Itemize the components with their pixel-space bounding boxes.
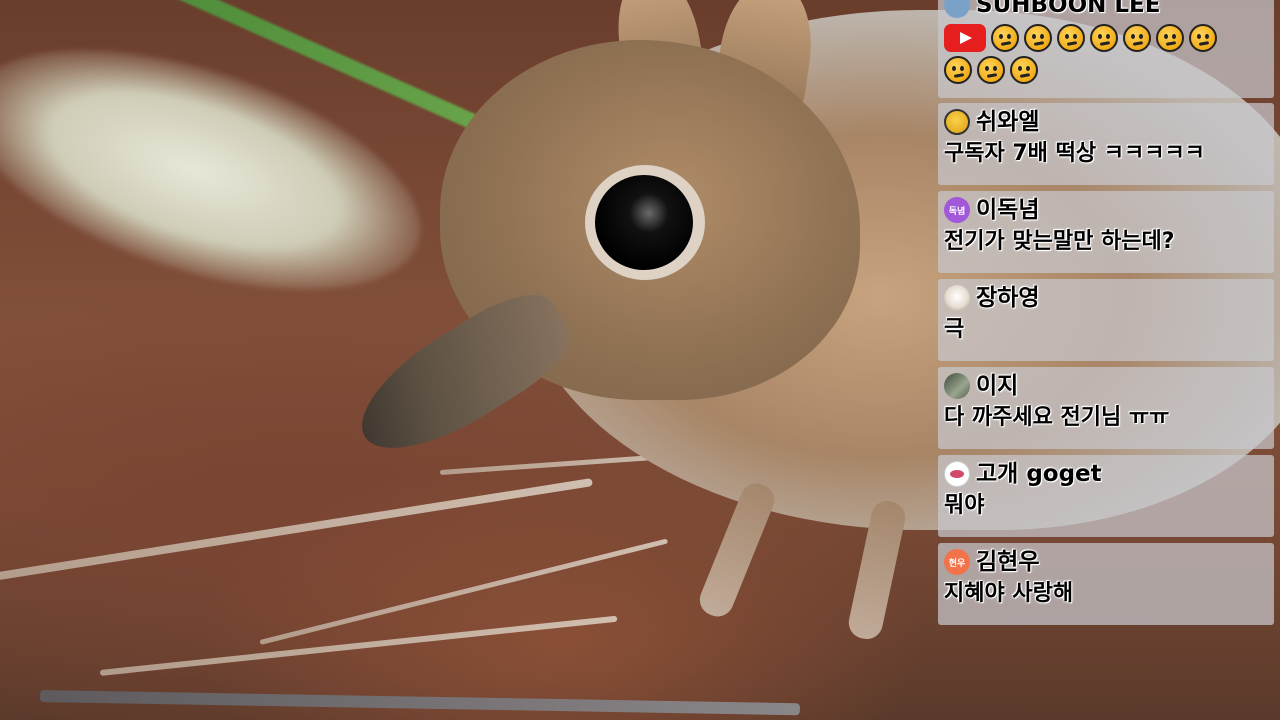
chat-message-text: 다 까주세요 전기님 ㅠㅠ (944, 405, 1170, 430)
worried-face-emoji-icon (944, 56, 972, 84)
worried-face-emoji-icon (1123, 24, 1151, 52)
user-avatar (944, 373, 970, 399)
user-avatar (944, 0, 970, 18)
worried-face-emoji-icon (991, 24, 1019, 52)
live-chat-overlay: SUHBOON LEE 쉬와엘 구독자 7배 떡상 ㅋㅋㅋㅋㅋ 독념 이독념 전… (938, 0, 1276, 626)
chat-message: 독념 이독념 전기가 맞는말만 하는데? (938, 191, 1274, 273)
chat-username: 장하영 (976, 285, 1040, 311)
chat-message-header: 독념 이독념 (944, 195, 1268, 225)
user-avatar: 현우 (944, 549, 970, 575)
elephant-shrew-eye (595, 175, 693, 270)
lips-avatar-icon (944, 461, 970, 487)
chat-username: 쉬와엘 (976, 109, 1040, 135)
worried-face-emoji-icon (1090, 24, 1118, 52)
chat-username: 이독념 (976, 197, 1040, 223)
worried-face-emoji-icon (1057, 24, 1085, 52)
chat-message-header: 고개 goget (944, 459, 1268, 489)
emoji-row (944, 56, 1268, 84)
worried-face-emoji-icon (1024, 24, 1052, 52)
chat-message: 현우 김현우 지혜야 사랑해 (938, 543, 1274, 625)
chat-message-text: 구독자 7배 떡상 ㅋㅋㅋㅋㅋ (944, 141, 1205, 166)
chat-message-header: SUHBOON LEE (944, 0, 1268, 20)
chat-username: 이지 (976, 373, 1019, 399)
worried-face-emoji-icon (1189, 24, 1217, 52)
chat-message: SUHBOON LEE (938, 0, 1274, 98)
chat-message: 고개 goget 뭐야 (938, 455, 1274, 537)
chat-username: 김현우 (976, 549, 1040, 575)
chat-username: SUHBOON LEE (976, 0, 1161, 18)
video-stage[interactable]: SUHBOON LEE 쉬와엘 구독자 7배 떡상 ㅋㅋㅋㅋㅋ 독념 이독념 전… (0, 0, 1280, 720)
chat-message-header: 이지 (944, 371, 1268, 401)
chat-message-text: 뭐야 (944, 493, 985, 518)
youtube-icon (944, 24, 986, 52)
chat-message-text: 지혜야 사랑해 (944, 581, 1074, 606)
chat-message-header: 장하영 (944, 283, 1268, 313)
chat-message-header: 쉬와엘 (944, 107, 1268, 137)
worried-face-emoji-icon (1010, 56, 1038, 84)
chat-message-text: 극 (944, 317, 965, 342)
cat-avatar-icon (944, 285, 970, 311)
chat-message: 장하영 극 (938, 279, 1274, 361)
grinning-face-avatar-icon (944, 109, 970, 135)
emoji-row (944, 24, 1268, 52)
user-avatar: 독념 (944, 197, 970, 223)
chat-username: 고개 goget (976, 461, 1102, 487)
chat-message-text: 전기가 맞는말만 하는데? (944, 229, 1175, 254)
chat-message-header: 현우 김현우 (944, 547, 1268, 577)
worried-face-emoji-icon (977, 56, 1005, 84)
chat-message: 쉬와엘 구독자 7배 떡상 ㅋㅋㅋㅋㅋ (938, 103, 1274, 185)
worried-face-emoji-icon (1156, 24, 1184, 52)
chat-message: 이지 다 까주세요 전기님 ㅠㅠ (938, 367, 1274, 449)
